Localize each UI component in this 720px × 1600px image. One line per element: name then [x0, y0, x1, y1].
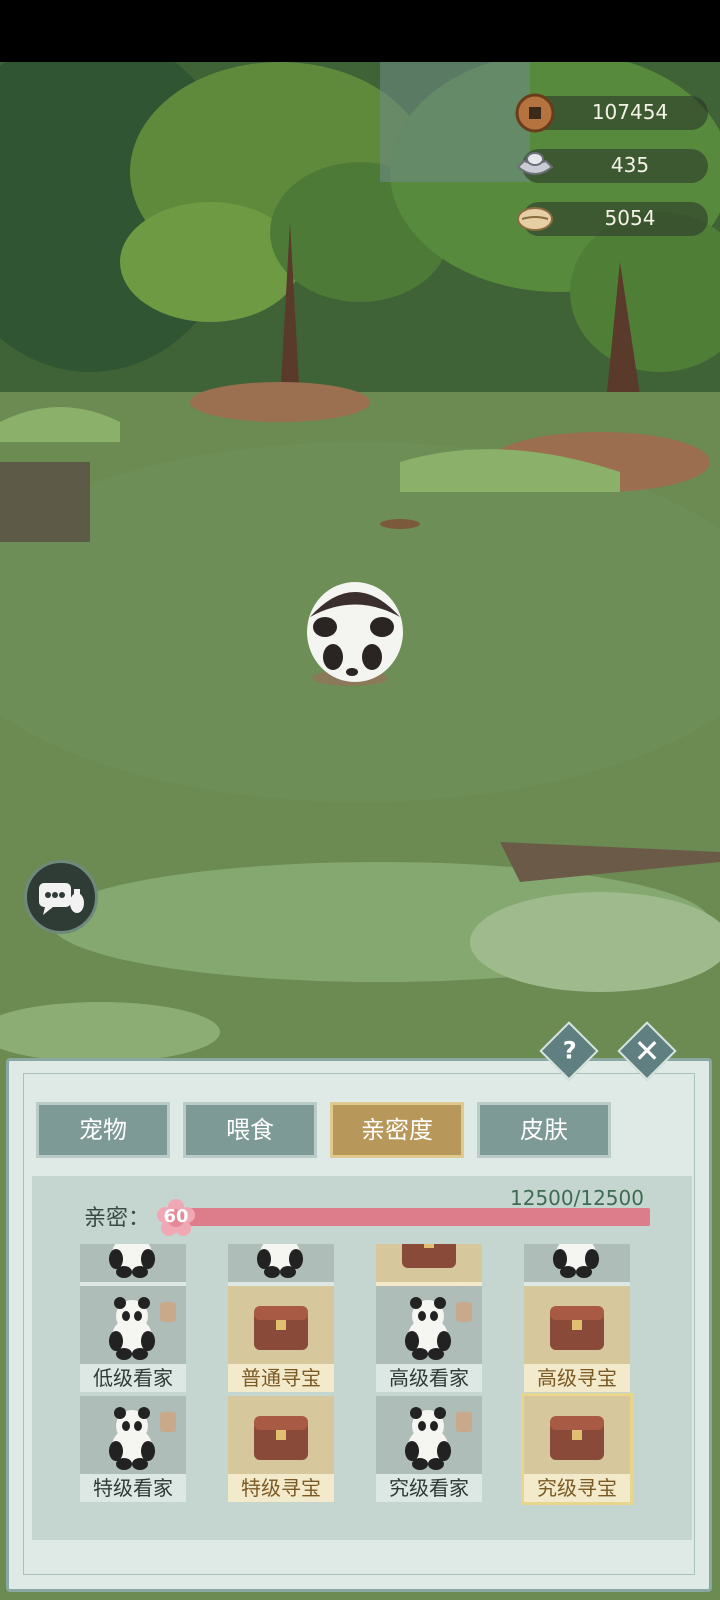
copper-coin-counter: 107454 [515, 93, 708, 133]
skill-thumbnail [228, 1396, 334, 1474]
treasure-icon [550, 1416, 604, 1460]
help-icon: ? [562, 1036, 577, 1065]
skill-thumbnail [524, 1396, 630, 1474]
intimacy-level-value: 60 [163, 1206, 189, 1227]
copper-coin-icon [515, 93, 555, 133]
skill-name: 低级看家 [80, 1364, 186, 1392]
shell-icon [517, 207, 553, 231]
skill-thumbnail [376, 1396, 482, 1474]
skill-name: 高级看家 [376, 1364, 482, 1392]
skill-item[interactable]: 特级看家 [80, 1396, 186, 1502]
silver-ingot-value: 435 [610, 153, 650, 177]
intimacy-progress-bar [180, 1208, 650, 1226]
skill-thumbnail [376, 1244, 482, 1282]
skill-item[interactable]: 究级寻宝 [521, 1393, 633, 1505]
skill-name: 普通寻宝 [228, 1364, 334, 1392]
copper-coin-value: 107454 [591, 100, 669, 124]
silver-ingot-icon [516, 152, 554, 175]
panda-icon [405, 1297, 472, 1360]
skill-grid: 睡觉产屎官初级寻宝迎客低级看家普通寻宝高级看家高级寻宝特级看家特级寻宝究级看家究… [80, 1244, 650, 1534]
skill-item[interactable]: 低级看家 [80, 1286, 186, 1392]
skill-item[interactable]: 特级寻宝 [228, 1396, 334, 1502]
tab-skin[interactable]: 皮肤 [477, 1102, 611, 1158]
panda-icon [405, 1407, 472, 1470]
treasure-icon [254, 1306, 308, 1350]
skill-name: 究级寻宝 [524, 1474, 630, 1502]
skill-thumbnail [524, 1286, 630, 1364]
skill-thumbnail [80, 1396, 186, 1474]
skill-thumbnail [376, 1286, 482, 1364]
treasure-icon [254, 1416, 308, 1460]
close-icon: ✕ [633, 1032, 661, 1070]
skill-item[interactable]: 普通寻宝 [228, 1286, 334, 1392]
tab-feed[interactable]: 喂食 [183, 1102, 317, 1158]
intimacy-level-badge: 60 [156, 1198, 196, 1238]
tab-intimacy[interactable]: 亲密度 [330, 1102, 464, 1158]
skill-item[interactable]: 高级寻宝 [524, 1286, 630, 1392]
panda-icon [109, 1297, 176, 1360]
shell-value: 5054 [604, 206, 656, 230]
skill-item[interactable]: 究级看家 [376, 1396, 482, 1502]
skill-item[interactable]: 高级看家 [376, 1286, 482, 1392]
intimacy-label: 亲密： [84, 1206, 151, 1231]
skill-name: 究级看家 [376, 1474, 482, 1502]
shell-counter: 5054 [517, 202, 708, 236]
silver-ingot-counter: 435 [516, 149, 708, 183]
panda-icon [553, 1244, 599, 1278]
chat-bubble-icon [39, 883, 84, 915]
skill-thumbnail [228, 1244, 334, 1282]
skill-name: 特级看家 [80, 1474, 186, 1502]
intimacy-progress-text: 12500/12500 [510, 1186, 644, 1210]
chat-button[interactable] [24, 860, 98, 934]
treasure-icon [402, 1244, 456, 1268]
skill-thumbnail [524, 1244, 630, 1282]
skill-name: 特级寻宝 [228, 1474, 334, 1502]
tab-pet[interactable]: 宠物 [36, 1102, 170, 1158]
skill-thumbnail [80, 1286, 186, 1364]
panda-icon [257, 1244, 303, 1278]
skill-name: 高级寻宝 [524, 1364, 630, 1392]
status-bar [0, 0, 720, 62]
panda-icon [109, 1244, 155, 1278]
skill-thumbnail [80, 1244, 186, 1282]
intimacy-progress-fill [180, 1208, 650, 1226]
treasure-icon [550, 1306, 604, 1350]
panda-icon [109, 1407, 176, 1470]
skill-thumbnail [228, 1286, 334, 1364]
